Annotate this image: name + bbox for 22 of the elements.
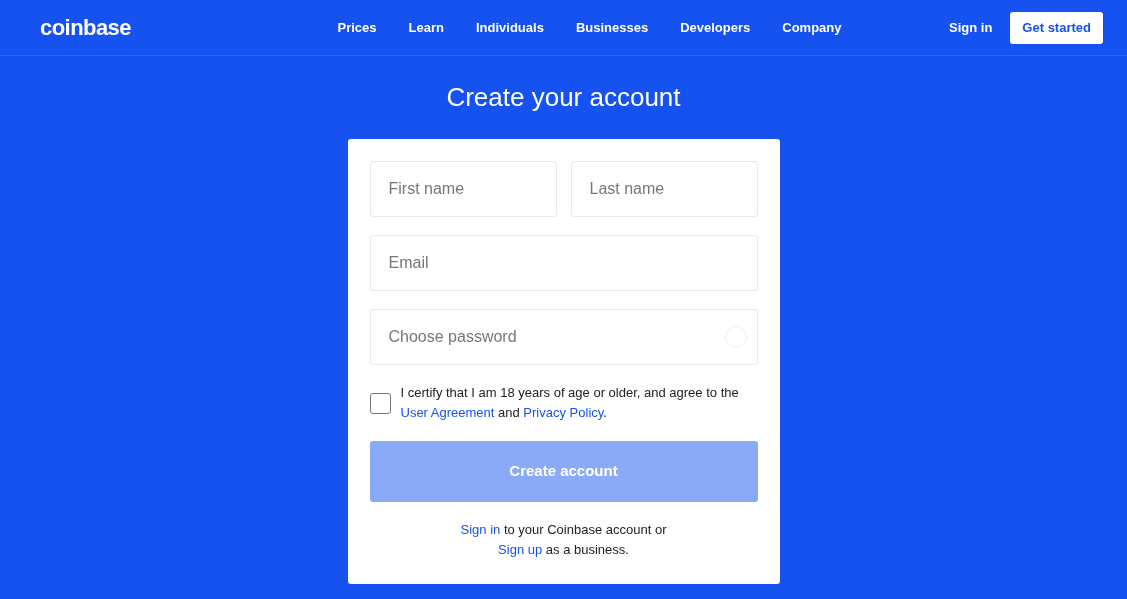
text-link[interactable]: Sign in bbox=[460, 522, 501, 537]
first-name-field[interactable]: First name bbox=[369, 161, 557, 217]
get-started-button[interactable]: Get started bbox=[1010, 11, 1103, 44]
nav-link[interactable]: Company bbox=[782, 17, 842, 38]
certify-text: I certify that I am 18 years of age or older, and agree to the User Agreement and Privacy Policy. bbox=[400, 384, 740, 422]
email-field[interactable]: Email bbox=[369, 235, 758, 291]
sign-in-link[interactable]: Sign in bbox=[949, 17, 993, 38]
create-account-button: Create account bbox=[369, 441, 758, 502]
nav-link[interactable]: Prices bbox=[337, 17, 377, 38]
last-name-field[interactable]: Last name bbox=[570, 161, 758, 217]
text-link[interactable]: Sign up bbox=[498, 542, 543, 557]
nav-link[interactable]: Learn bbox=[408, 17, 444, 38]
nav-link[interactable]: Businesses bbox=[575, 17, 649, 38]
logo[interactable]: coinbase bbox=[40, 11, 290, 44]
sign-in-text: Sign in to your Coinbase account or bbox=[460, 521, 667, 539]
sign-in-text: Sign up as a business. bbox=[498, 541, 629, 559]
nav-link[interactable]: Individuals bbox=[476, 17, 544, 38]
password-field[interactable]: Choose password bbox=[369, 309, 758, 365]
certify-checkbox[interactable] bbox=[369, 393, 391, 414]
nav-link[interactable]: Developers bbox=[680, 17, 751, 38]
text-link[interactable]: User Agreement bbox=[400, 405, 495, 420]
page-title: Create your account bbox=[445, 81, 682, 114]
